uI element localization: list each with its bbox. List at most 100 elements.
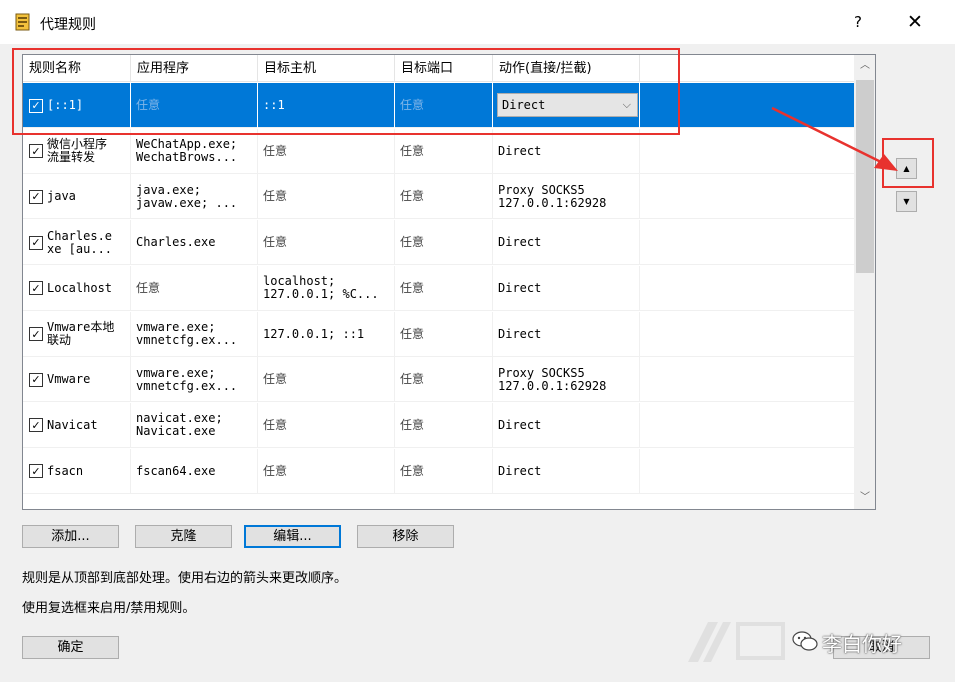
vertical-scrollbar[interactable]: ︿ ﹀ [854,55,875,509]
scroll-up-icon[interactable]: ︿ [854,55,875,77]
cell-text: java [47,189,76,204]
cell-host: 任意 [258,174,395,220]
cell-name[interactable]: ✓ Localhost [23,265,131,311]
cell-app: 任意 [131,265,258,311]
cell-text: WeChatApp.exe; WechatBrows... [136,137,238,165]
info-text-checkbox: 使用复选框来启用/禁用规则。 [22,601,196,616]
cell-text: Charles.exe [136,235,216,250]
cell-host: 任意 [258,402,395,448]
cell-name[interactable]: ✓ Charles.e xe [au... [23,220,131,266]
chevron-down-icon: ⌵ [622,98,631,111]
add-button[interactable]: 添加... [22,525,119,548]
app-icon [15,13,30,31]
column-header-host[interactable]: 目标主机 [258,55,395,82]
cell-text: java.exe; javaw.exe; ... [136,182,238,210]
column-header-name[interactable]: 规则名称 [23,55,131,82]
cell-name[interactable]: ✓ Navicat [23,402,131,448]
cell-text: 任意 [400,98,425,112]
clone-button[interactable]: 克隆 [135,525,232,548]
cell-text: 任意 [400,189,425,204]
enable-checkbox[interactable]: ✓ [29,327,43,341]
cell-text: 任意 [263,463,288,478]
cell-text: 127.0.0.1; ::1 [263,326,365,341]
cell-app: java.exe; javaw.exe; ... [131,174,258,220]
cell-port: 任意 [395,402,493,448]
cell-app: WeChatApp.exe; WechatBrows... [131,128,258,174]
cell-host: 任意 [258,448,395,494]
cell-text: 任意 [400,417,425,432]
enable-checkbox[interactable]: ✓ [29,281,43,296]
cell-text: Direct [498,143,542,158]
table-row[interactable]: ✓ fsacn fscan64.exe 任意 任意 Direct [23,448,854,494]
cell-name[interactable]: ✓ [::1] [23,83,131,128]
cell-text: 任意 [263,417,288,432]
cell-port: 任意 [395,357,493,403]
cell-app: fscan64.exe [131,448,258,494]
move-up-button[interactable]: ▲ [896,158,917,179]
enable-checkbox[interactable]: ✓ [29,235,43,250]
cell-action: Direct [493,128,640,174]
table-row[interactable]: ✓ Charles.e xe [au... Charles.exe 任意 任意 Direc… [23,220,854,266]
cell-text: 任意 [400,463,425,478]
table-row[interactable]: ✓ java java.exe; javaw.exe; ... 任意 任意 Proxy S… [23,174,854,220]
enable-checkbox[interactable]: ✓ [29,144,43,159]
enable-checkbox[interactable]: ✓ [29,189,43,204]
column-header-app[interactable]: 应用程序 [131,55,258,82]
cell-name[interactable]: ✓ 微信小程序 流量转发 [23,128,131,174]
cell-app: navicat.exe; Navicat.exe [131,402,258,448]
action-select[interactable]: Direct ⌵ [497,93,638,117]
cell-app: Charles.exe [131,220,258,266]
enable-checkbox[interactable]: ✓ [29,372,43,387]
cell-host: ::1 [258,83,395,128]
cell-action: Direct [493,448,640,494]
scroll-down-icon[interactable]: ﹀ [854,487,875,509]
cell-text: 任意 [400,326,425,341]
cell-text: Direct [498,463,542,478]
cell-name[interactable]: ✓ fsacn [23,448,131,494]
info-text-order: 规则是从顶部到底部处理。使用右边的箭头来更改顺序。 [22,571,348,586]
cell-host: 127.0.0.1; ::1 [258,311,395,357]
cell-port: 任意 [395,448,493,494]
close-button[interactable]: ✕ [900,10,930,34]
remove-button[interactable]: 移除 [357,525,454,548]
cell-text: Direct [498,326,542,341]
column-header-port[interactable]: 目标端口 [395,55,493,82]
cell-text: Localhost [47,280,113,295]
cell-app: vmware.exe; vmnetcfg.ex... [131,311,258,357]
cell-host: 任意 [258,220,395,266]
cell-text: [::1] [47,98,84,112]
table-row[interactable]: ✓ Vmware本地 联动 vmware.exe; vmnetcfg.ex... 12… [23,311,854,357]
cell-action: Direct [493,311,640,357]
watermark-text: 李白你好 [822,632,902,656]
table-row[interactable]: ✓ Localhost 任意 localhost; 127.0.0.1; %C... 任… [23,265,854,311]
cell-text: Proxy SOCKS5 127.0.0.1:62928 [498,182,607,210]
cell-text: 任意 [263,372,288,387]
edit-button[interactable]: 编辑... [244,525,341,548]
table-row[interactable]: ✓ 微信小程序 流量转发 WeChatApp.exe; WechatBrows...… [23,128,854,174]
cell-name[interactable]: ✓ java [23,174,131,220]
cell-name[interactable]: ✓ Vmware [23,357,131,403]
cell-port: 任意 [395,311,493,357]
enable-checkbox[interactable]: ✓ [29,418,43,433]
enable-checkbox[interactable]: ✓ [29,464,43,479]
cell-port: 任意 [395,128,493,174]
table-row[interactable]: ✓ [::1] 任意::1 任意 Direct ⌵ [23,83,854,128]
cell-text: vmware.exe; vmnetcfg.ex... [136,320,238,347]
help-button[interactable]: ? [846,10,870,34]
column-header-action[interactable]: 动作(直接/拦截) [493,55,640,82]
cell-text: Vmware本地 联动 [47,320,115,347]
move-down-button[interactable]: ▼ [896,191,917,212]
table-row[interactable]: ✓ Vmware vmware.exe; vmnetcfg.ex... 任意 任意 Pro… [23,357,854,403]
rules-list[interactable]: 规则名称 应用程序 目标主机 目标端口 动作(直接/拦截) ✓ [::1] 任意::… [22,54,876,510]
cell-port: 任意 [395,220,493,266]
cell-host: 任意 [258,357,395,403]
table-row[interactable]: ✓ Navicat navicat.exe; Navicat.exe 任意 任意 Dire… [23,402,854,448]
cell-name[interactable]: ✓ Vmware本地 联动 [23,311,131,357]
enable-checkbox[interactable]: ✓ [29,98,43,113]
cell-text: Proxy SOCKS5 127.0.0.1:62928 [498,365,607,393]
cell-app: 任意 [131,83,258,128]
ok-button[interactable]: 确定 [22,636,119,659]
window-title: 代理规则 [40,17,96,33]
scroll-thumb[interactable] [856,80,874,273]
cell-text: Direct [498,280,542,295]
